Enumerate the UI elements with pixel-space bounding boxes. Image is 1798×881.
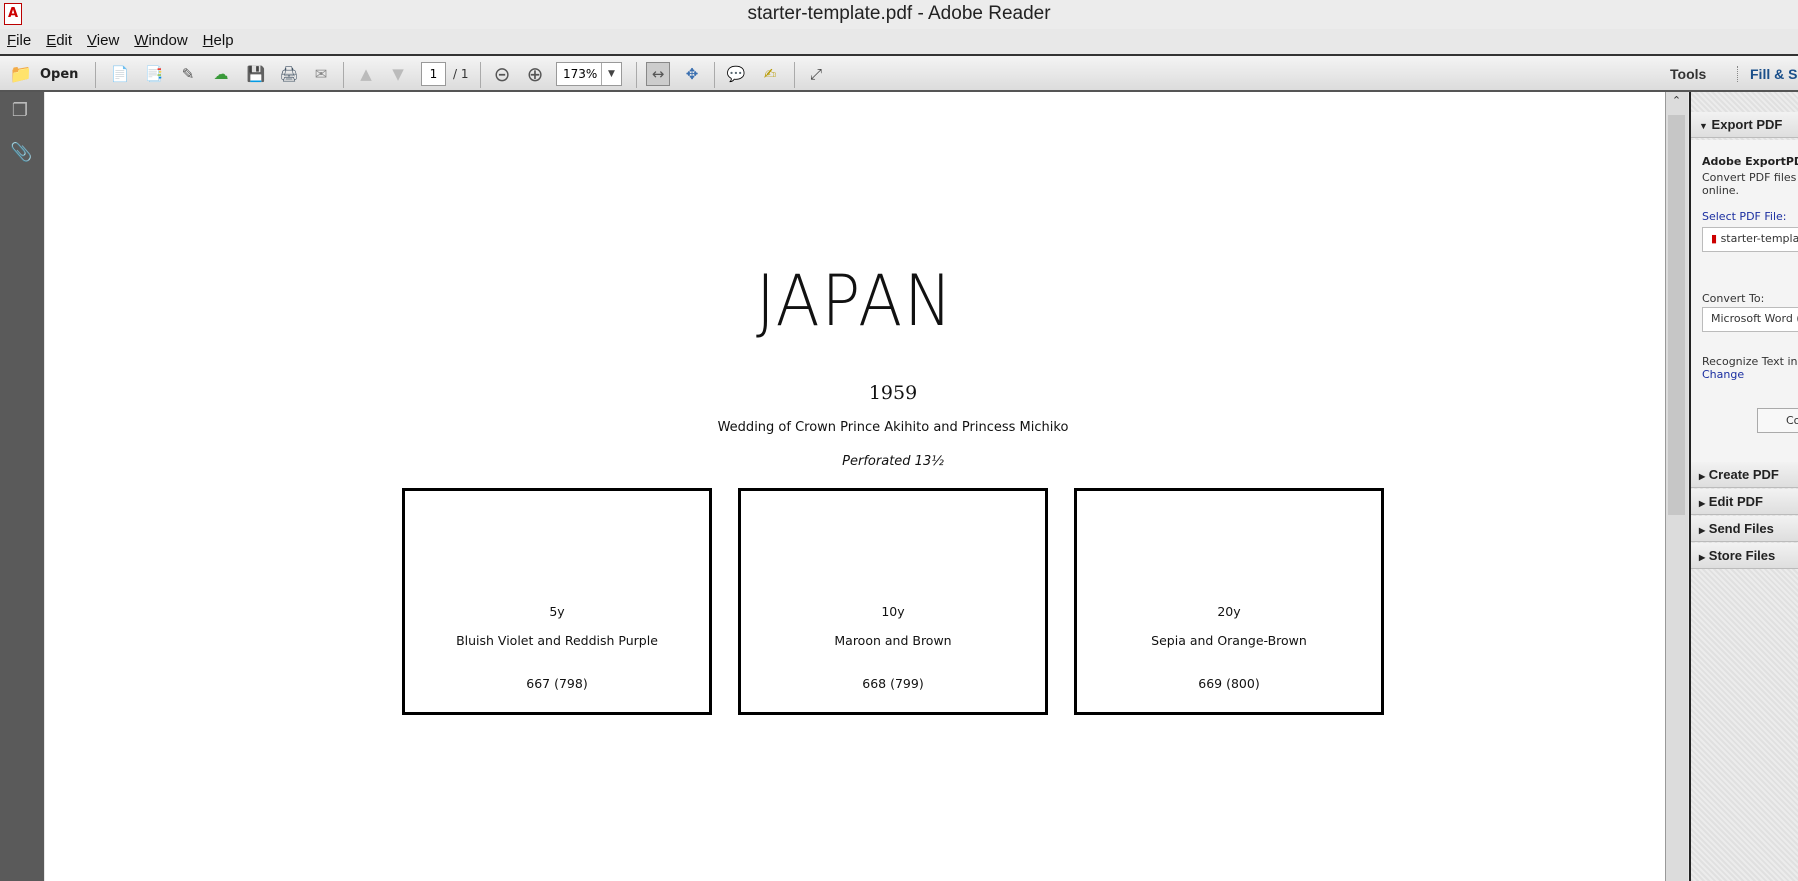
collapsed-triangle-icon: ▶ — [1699, 526, 1706, 535]
menu-view[interactable]: View — [80, 29, 127, 54]
page-total: / 1 — [453, 67, 469, 81]
collapsed-triangle-icon: ▶ — [1699, 553, 1706, 562]
selected-file-field[interactable]: ▮ starter-template — [1702, 227, 1798, 252]
collapsed-triangle-icon: ▶ — [1699, 472, 1706, 481]
export-pdf-header[interactable]: ▼ Export PDF — [1691, 112, 1798, 138]
folder-icon: 📁 — [9, 63, 32, 85]
scroll-up-icon[interactable]: ⌃ — [1668, 94, 1685, 112]
previous-page-icon[interactable]: ▲ — [354, 62, 378, 86]
recognize-text-label: Recognize Text in E — [1702, 355, 1798, 368]
next-page-icon[interactable]: ▼ — [386, 62, 410, 86]
perforation: Perforated 13½ — [842, 454, 944, 469]
expanded-triangle-icon: ▼ — [1699, 121, 1708, 131]
toolbar-separator — [636, 62, 637, 88]
fit-page-icon[interactable]: ✥ — [680, 62, 704, 86]
zoom-dropdown-icon[interactable]: ▼ — [601, 63, 621, 85]
cloud-upload-icon[interactable]: ☁ — [208, 62, 234, 86]
send-files-label: Send Files — [1708, 521, 1774, 536]
menu-edit[interactable]: Edit — [39, 29, 80, 54]
edit-document-icon[interactable]: ✎ — [176, 62, 200, 86]
save-icon[interactable]: 💾 — [244, 62, 268, 86]
selected-file-name: starter-template — [1720, 232, 1798, 245]
document-page: JAPAN — [45, 92, 1665, 881]
page-number-input[interactable]: 1 — [421, 62, 446, 86]
stamp-box: 5y Bluish Violet and Reddish Purple 667 … — [402, 488, 712, 715]
menu-bar: File Edit View Window Help — [0, 29, 1798, 54]
tools-button[interactable]: Tools — [1670, 66, 1706, 82]
print-icon[interactable]: 🖨 — [276, 62, 302, 86]
convert-to-label: Convert To: — [1702, 292, 1765, 305]
create-pdf-header[interactable]: ▶ Create PDF — [1691, 462, 1798, 488]
document-title: JAPAN — [755, 260, 955, 342]
open-label: Open — [39, 66, 79, 82]
create-pdf-label: Create PDF — [1708, 467, 1779, 482]
tools-pane: ▼ Export PDF Adobe ExportPDF Convert PDF… — [1689, 92, 1798, 881]
select-pdf-label: Select PDF File: — [1702, 210, 1787, 223]
toolbar: 📁 Open 📄 📑 ✎ ☁ 💾 🖨 ✉ ▲ ▼ 1 / 1 ⊝ ⊕ 173% ▼… — [0, 54, 1798, 92]
edit-pdf-label: Edit PDF — [1708, 494, 1763, 509]
stamp-denomination: 10y — [881, 604, 905, 619]
issue-year: 1959 — [868, 382, 918, 404]
export-pdf-section: Adobe ExportPDF Convert PDF files to onl… — [1691, 140, 1798, 462]
stamp-color: Bluish Violet and Reddish Purple — [456, 633, 658, 648]
zoom-in-icon[interactable]: ⊕ — [523, 62, 547, 86]
convert-button[interactable]: Co — [1757, 408, 1798, 433]
pdf-file-icon: ▮ — [1711, 232, 1718, 245]
stamp-color: Sepia and Orange-Brown — [1151, 633, 1307, 648]
collapsed-triangle-icon: ▶ — [1699, 499, 1706, 508]
toolbar-separator — [95, 62, 96, 88]
scrollbar-thumb[interactable] — [1668, 115, 1685, 515]
service-title: Adobe ExportPDF — [1702, 155, 1798, 168]
service-description: Convert PDF files to — [1702, 171, 1798, 184]
store-files-label: Store Files — [1708, 548, 1776, 563]
fill-and-sign-button[interactable]: Fill & Sign — [1737, 66, 1798, 82]
issue-subtitle: Wedding of Crown Prince Akihito and Prin… — [717, 420, 1069, 435]
toolbar-separator — [480, 62, 481, 88]
attachments-icon[interactable]: 📎 — [10, 142, 32, 164]
page-thumbnails-icon[interactable]: ❐ — [10, 100, 30, 122]
stamp-catalog-number: 668 (799) — [862, 676, 924, 691]
toolbar-separator — [714, 62, 715, 88]
export-pdf-label: Export PDF — [1711, 117, 1783, 132]
comment-icon[interactable]: 💬 — [724, 62, 748, 86]
menu-help[interactable]: Help — [196, 29, 242, 54]
stamp-catalog-number: 669 (800) — [1198, 676, 1260, 691]
store-files-header[interactable]: ▶ Store Files — [1691, 543, 1798, 569]
stamp-catalog-number: 667 (798) — [526, 676, 588, 691]
service-description-cont: online. — [1702, 184, 1740, 197]
toolbar-separator — [794, 62, 795, 88]
stamp-color: Maroon and Brown — [834, 633, 952, 648]
edit-pdf-header[interactable]: ▶ Edit PDF — [1691, 489, 1798, 515]
convert-to-select[interactable]: Microsoft Word ( — [1702, 307, 1798, 332]
email-icon[interactable]: ✉ — [308, 62, 334, 86]
menu-window[interactable]: Window — [127, 29, 195, 54]
zoom-out-icon[interactable]: ⊝ — [490, 62, 514, 86]
fit-width-icon[interactable]: ↔ — [646, 62, 670, 86]
navigation-pane: ❐ 📎 — [0, 92, 44, 881]
window-title: starter-template.pdf - Adobe Reader — [747, 3, 1051, 24]
create-pdf-icon[interactable]: 📄 — [108, 62, 132, 86]
full-screen-icon[interactable]: ⤢ — [804, 62, 828, 86]
highlight-text-icon[interactable]: ✍ — [758, 62, 782, 86]
send-files-header[interactable]: ▶ Send Files — [1691, 516, 1798, 542]
combine-files-icon[interactable]: 📑 — [142, 62, 166, 86]
stamp-denomination: 20y — [1217, 604, 1241, 619]
toolbar-separator — [343, 62, 344, 88]
stamp-box: 10y Maroon and Brown 668 (799) — [738, 488, 1048, 715]
menu-file[interactable]: File — [0, 29, 39, 54]
stamp-box: 20y Sepia and Orange-Brown 669 (800) — [1074, 488, 1384, 715]
open-button[interactable]: 📁 Open — [8, 62, 80, 86]
change-link[interactable]: Change — [1702, 368, 1744, 381]
stamp-denomination: 5y — [549, 604, 565, 619]
